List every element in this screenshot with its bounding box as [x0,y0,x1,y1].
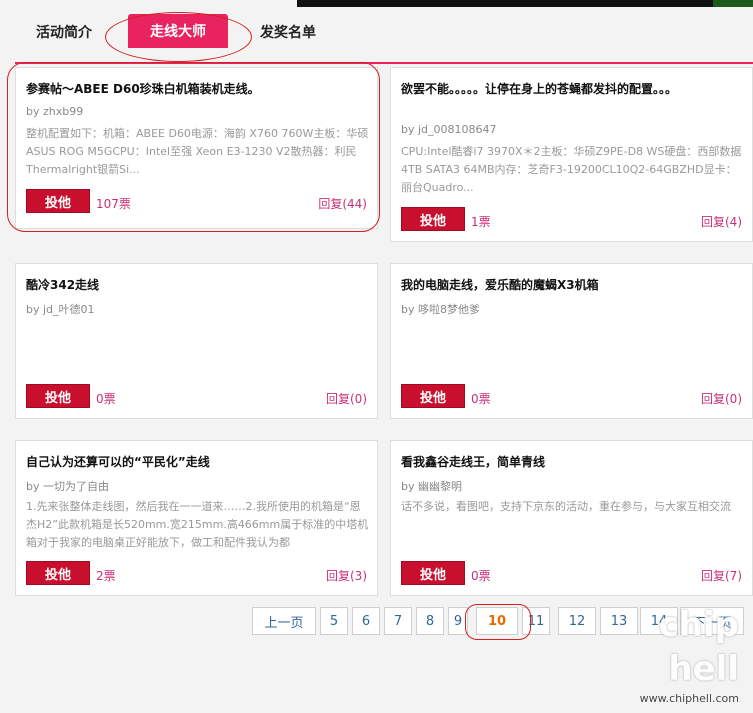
page-link[interactable]: 6 [352,607,380,635]
prev-page-button[interactable]: 上一页 [252,607,316,635]
entry-title[interactable]: 参赛帖～ABEE D60珍珠白机箱装机走线。 [26,80,366,98]
vote-button[interactable]: 投他 [401,384,465,408]
reply-link[interactable]: 回复(44) [318,195,367,212]
page-link[interactable]: 11 [522,607,550,635]
reply-link[interactable]: 回复(4) [701,213,742,230]
reply-link[interactable]: 回复(0) [326,390,367,407]
reply-link[interactable]: 回复(0) [701,390,742,407]
entry-author[interactable]: by jd_008108647 [401,123,497,136]
watermark-url: www.chiphell.com [639,692,739,705]
entry-card: 我的电脑走线，爱乐酷的魔蝎X3机箱 by 哆啦8梦他爹 投他 0票 回复(0) [390,263,753,419]
tab-winners[interactable]: 发奖名单 [260,22,316,42]
tab-intro[interactable]: 活动简介 [36,22,92,42]
entry-card: 自己认为还算可以的“平民化”走线 by 一切为了自由 1.先来张整体走线图，然后… [15,440,378,596]
page-link[interactable]: 8 [416,607,444,635]
page-link[interactable]: 12 [558,607,596,635]
entry-card: 参赛帖～ABEE D60珍珠白机箱装机走线。 by zhxb99 整机配置如下：… [15,67,378,229]
top-banner [297,0,753,7]
vote-button[interactable]: 投他 [401,207,465,231]
entry-title[interactable]: 酷冷342走线 [26,276,366,294]
chiphell-watermark: chip hell www.chiphell.com [637,594,747,709]
banner-glow [713,0,753,7]
entry-title[interactable]: 自己认为还算可以的“平民化”走线 [26,453,366,471]
current-page[interactable]: 10 [476,607,518,635]
entry-title[interactable]: 我的电脑走线，爱乐酷的魔蝎X3机箱 [401,276,741,294]
page-link[interactable]: 5 [320,607,348,635]
tab-underline [15,62,753,64]
entry-title[interactable]: 看我鑫谷走线王，简单青线 [401,453,741,471]
entry-author[interactable]: by jd_叶德01 [26,301,95,317]
entry-author[interactable]: by zhxb99 [26,105,83,118]
entry-title[interactable]: 欲罢不能。。。。。让停在身上的苍蝇都发抖的配置。。。 [401,80,701,98]
vote-count: 0票 [471,569,491,583]
entry-excerpt: 1.先来张整体走线图，然后我在一一道来……2.我所使用的机箱是“恩杰H2”此款机… [26,500,369,549]
watermark-logo: chip hell [658,605,739,689]
vote-count: 2票 [96,569,116,583]
entry-author[interactable]: by 幽幽黎明 [401,478,462,494]
entry-author[interactable]: by 一切为了自由 [26,478,109,494]
vote-button[interactable]: 投他 [401,561,465,585]
page-link[interactable]: 7 [384,607,412,635]
tab-bar: 活动简介 走线大师 发奖名单 [0,14,753,64]
page-link[interactable]: 13 [600,607,638,635]
tab-wiring-master[interactable]: 走线大师 [128,14,228,48]
entry-excerpt: CPU:Intel酷睿i7 3970X＊2主板：华硕Z9PE-D8 WS硬盘：西… [401,145,742,194]
page-link[interactable]: 9 [448,607,468,635]
entry-excerpt: 话不多说，看图吧，支持下京东的活动，重在参与，与大家互相交流 [401,500,731,513]
entry-author[interactable]: by 哆啦8梦他爹 [401,301,480,317]
vote-count: 1票 [471,215,491,229]
vote-count: 0票 [96,392,116,406]
vote-button[interactable]: 投他 [26,561,90,585]
vote-button[interactable]: 投他 [26,384,90,408]
entry-card: 看我鑫谷走线王，简单青线 by 幽幽黎明 话不多说，看图吧，支持下京东的活动，重… [390,440,753,596]
reply-link[interactable]: 回复(3) [326,567,367,584]
entry-card: 欲罢不能。。。。。让停在身上的苍蝇都发抖的配置。。。 by jd_0081086… [390,67,753,242]
vote-count: 107票 [96,197,131,211]
entry-card: 酷冷342走线 by jd_叶德01 投他 0票 回复(0) [15,263,378,419]
vote-count: 0票 [471,392,491,406]
reply-link[interactable]: 回复(7) [701,567,742,584]
vote-button[interactable]: 投他 [26,189,90,213]
entry-excerpt: 整机配置如下：机箱：ABEE D60电源：海韵 X760 760W主板：华硕AS… [26,127,369,176]
